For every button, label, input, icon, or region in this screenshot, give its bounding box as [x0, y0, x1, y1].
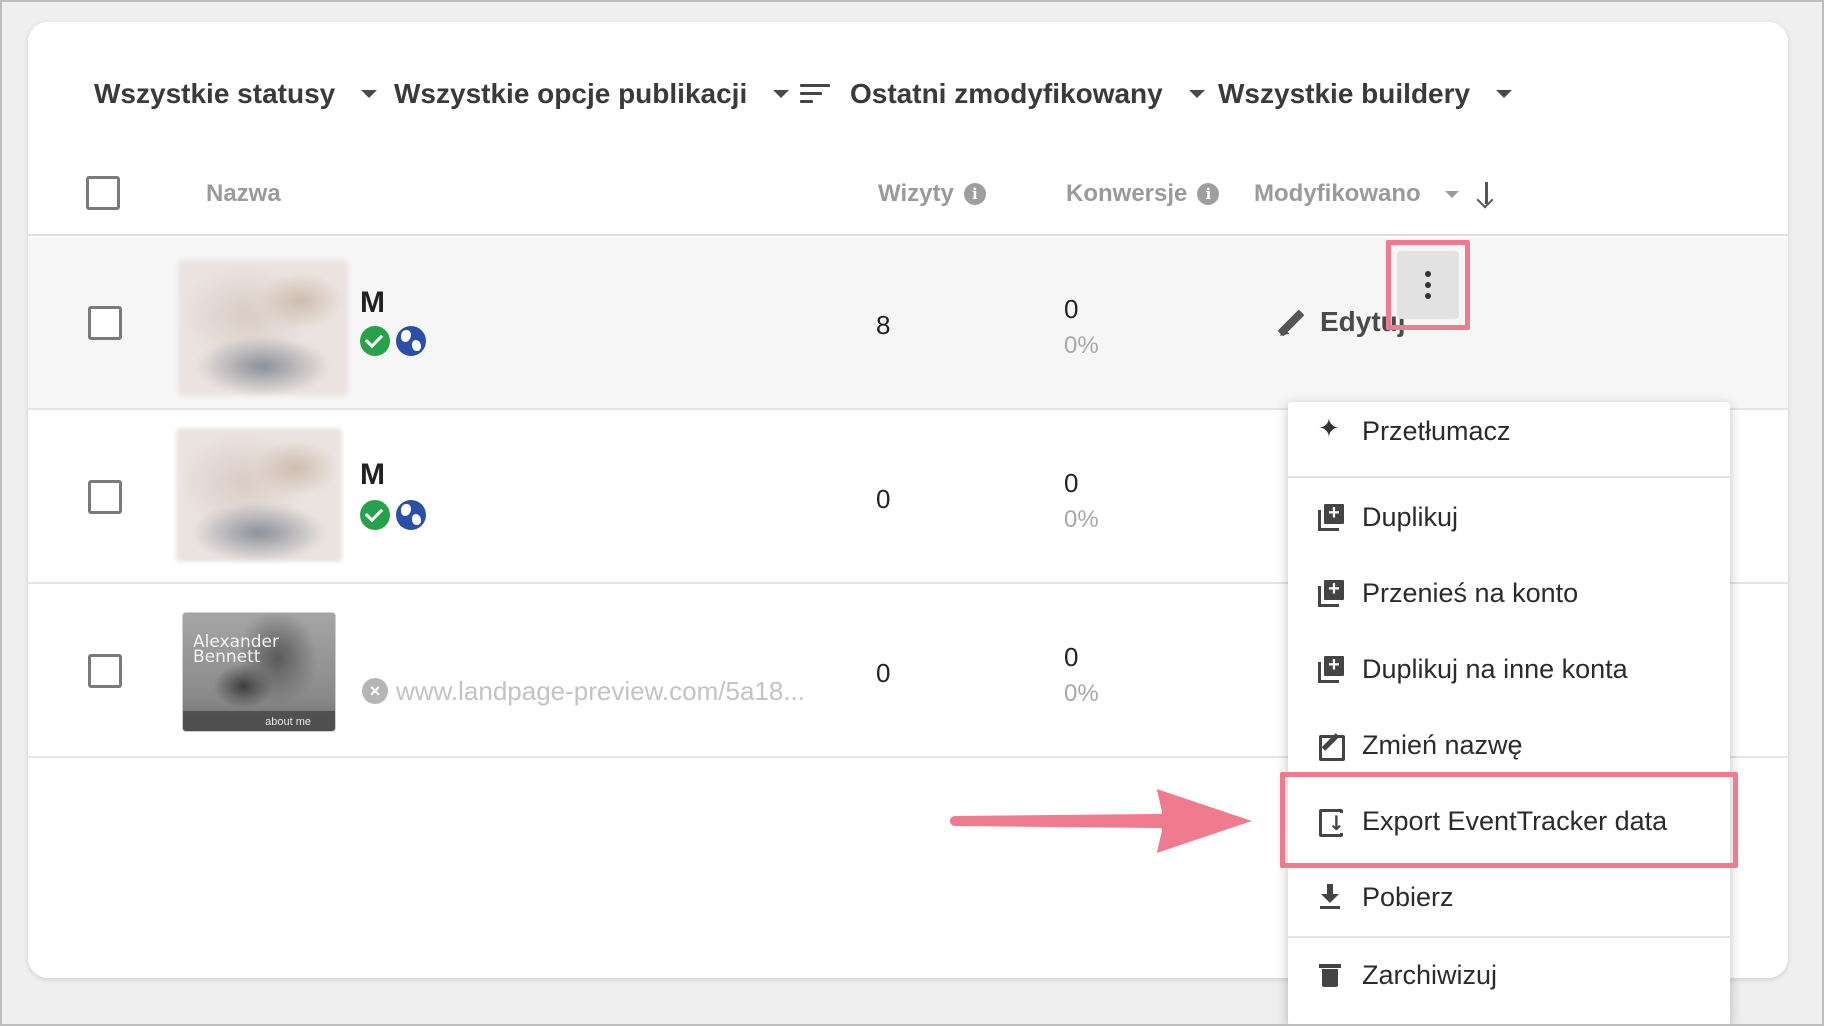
column-modified[interactable]: Modyfikowano: [1254, 180, 1459, 208]
sort-icon: [800, 83, 830, 105]
visits-value: 8: [876, 310, 891, 340]
menu-divider: [1288, 476, 1730, 478]
column-name[interactable]: Nazwa: [206, 180, 281, 208]
published-check-icon: [360, 326, 390, 356]
sort-direction-arrow-icon[interactable]: [1476, 182, 1496, 209]
duplicate-icon: [1318, 504, 1344, 531]
published-check-icon: [360, 500, 390, 530]
rename-icon: [1318, 732, 1345, 761]
publish-filter-dropdown[interactable]: Wszystkie opcje publikacji: [394, 72, 790, 116]
conversion-rate-value: 0%: [1064, 332, 1099, 359]
menu-item-download[interactable]: Pobierz: [1288, 862, 1730, 932]
menu-item-duplicate-to-accounts[interactable]: Duplikuj na inne konta: [1288, 634, 1730, 704]
info-icon[interactable]: i: [963, 183, 986, 205]
menu-item-export-eventtracker[interactable]: Export EventTracker data: [1288, 786, 1730, 856]
caret-down-icon: [773, 90, 790, 98]
more-options-button[interactable]: [1397, 251, 1459, 319]
sort-dropdown[interactable]: Ostatni zmodyfikowany: [800, 72, 1205, 116]
page-title[interactable]: M: [360, 458, 385, 492]
page-thumbnail[interactable]: [178, 260, 348, 396]
row-context-menu: Przetłumacz Duplikuj Przenieś na konto D…: [1288, 402, 1730, 1026]
thumbnail-name-text: Alexander Bennett: [193, 632, 280, 667]
column-modified-label: Modyfikowano: [1254, 180, 1421, 207]
menu-item-label: Przetłumacz: [1362, 415, 1511, 446]
caret-down-icon: [1496, 90, 1513, 98]
conversions-value: 0: [1064, 642, 1079, 672]
thumbnail-footer: [183, 711, 335, 731]
caret-down-icon: [1188, 90, 1205, 98]
globe-icon: [396, 326, 426, 356]
row-checkbox[interactable]: [88, 480, 122, 514]
duplicate-icon: [1318, 656, 1344, 683]
status-filter-label: Wszystkie statusy: [94, 78, 336, 109]
annotation-arrow-icon: [946, 784, 1260, 858]
menu-item-label: Duplikuj na inne konta: [1362, 653, 1628, 684]
select-all-checkbox[interactable]: [86, 176, 120, 210]
menu-item-rename[interactable]: Zmień nazwę: [1288, 710, 1730, 780]
conversions-value: 0: [1064, 294, 1079, 324]
conversion-rate-value: 0%: [1064, 680, 1099, 707]
info-icon[interactable]: i: [1197, 183, 1220, 205]
status-filter-dropdown[interactable]: Wszystkie statusy: [94, 72, 378, 116]
menu-item-label: Zarchiwizuj: [1362, 959, 1498, 990]
export-icon: [1318, 808, 1345, 837]
column-visits[interactable]: Wizyty i: [878, 180, 986, 208]
column-visits-label: Wizyty: [878, 180, 954, 207]
caret-down-icon: [1444, 190, 1459, 198]
menu-item-label: Zmień nazwę: [1362, 729, 1523, 760]
builders-filter-label: Wszystkie buildery: [1218, 78, 1471, 109]
menu-item-duplicate[interactable]: Duplikuj: [1288, 482, 1730, 552]
kebab-highlight-box: [1386, 240, 1470, 330]
pencil-icon: [1276, 307, 1306, 340]
thumbnail-about-text: about me: [265, 716, 311, 728]
visits-value: 0: [876, 658, 891, 688]
conversion-rate-value: 0%: [1064, 506, 1099, 533]
menu-divider: [1288, 936, 1730, 938]
filters-bar: Wszystkie statusy Wszystkie opcje publik…: [28, 72, 1788, 116]
dot-icon: [1425, 282, 1431, 288]
trash-icon: [1318, 962, 1344, 988]
menu-item-archive[interactable]: Zarchiwizuj: [1288, 940, 1730, 1010]
unpublished-x-icon: ×: [362, 678, 388, 704]
column-conversions-label: Konwersje: [1066, 180, 1188, 207]
page-title[interactable]: M: [360, 286, 385, 320]
menu-item-label: Duplikuj: [1362, 501, 1459, 532]
page-thumbnail[interactable]: Alexander Bennett about me: [182, 612, 336, 732]
menu-item-label: Przenieś na konto: [1362, 577, 1579, 608]
globe-icon: [396, 500, 426, 530]
menu-item-move-to-account[interactable]: Przenieś na konto: [1288, 558, 1730, 628]
row-checkbox[interactable]: [88, 306, 122, 340]
page-url-link[interactable]: www.landpage-preview.com/5a18...: [396, 676, 805, 707]
builders-filter-dropdown[interactable]: Wszystkie buildery: [1218, 72, 1513, 116]
menu-item-label: Pobierz: [1362, 881, 1454, 912]
dot-icon: [1425, 271, 1431, 277]
table-row[interactable]: M 8 0 0% Edytuj: [28, 238, 1788, 410]
row-checkbox[interactable]: [88, 654, 122, 688]
sparkle-icon: [1318, 414, 1344, 444]
visits-value: 0: [876, 484, 891, 514]
column-conversions[interactable]: Konwersje i: [1066, 180, 1220, 208]
dot-icon: [1425, 293, 1431, 299]
download-icon: [1318, 884, 1344, 910]
table-header: Nazwa Wizyty i Konwersje i Modyfikowano: [28, 152, 1788, 236]
caret-down-icon: [361, 90, 378, 98]
publish-filter-label: Wszystkie opcje publikacji: [394, 78, 748, 109]
conversions-value: 0: [1064, 468, 1079, 498]
menu-item-translate[interactable]: Przetłumacz: [1288, 402, 1730, 466]
sort-label: Ostatni zmodyfikowany: [850, 78, 1163, 109]
page-thumbnail[interactable]: [176, 428, 342, 562]
menu-item-label: Export EventTracker data: [1362, 805, 1668, 836]
column-name-label: Nazwa: [206, 180, 281, 207]
duplicate-icon: [1318, 580, 1344, 607]
